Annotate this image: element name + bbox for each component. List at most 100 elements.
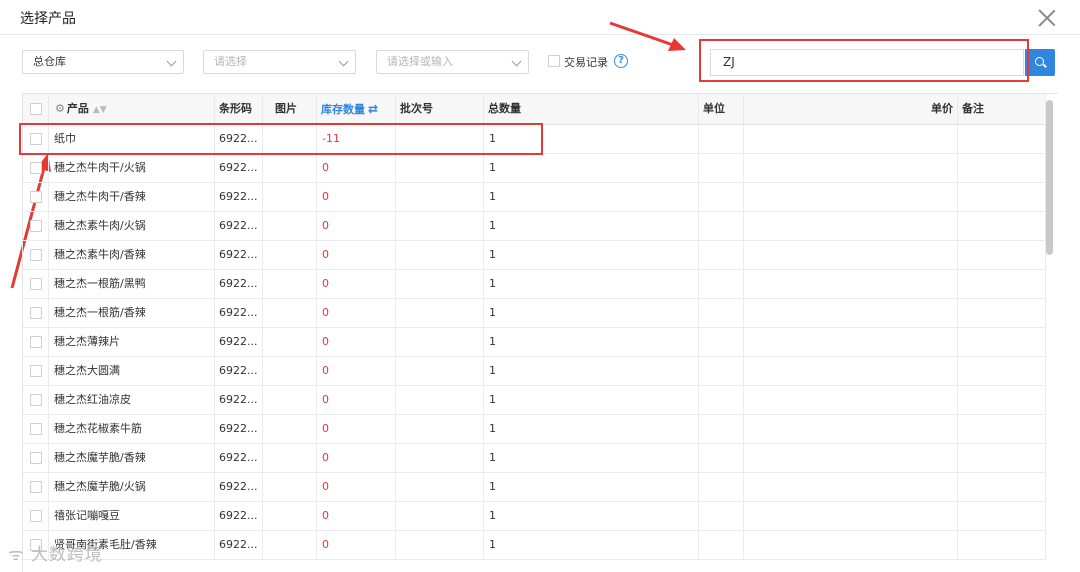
product-name: 穗之杰一根筋/香辣 [54,306,146,319]
total-qty-cell[interactable]: 1 [484,212,699,240]
product-name-cell: 穗之杰一根筋/香辣 [49,299,215,327]
row-checkbox[interactable] [30,510,42,522]
row-checkbox[interactable] [30,394,42,406]
header-unit-price: 单价 [744,94,958,124]
unit-cell [699,212,744,240]
total-qty-cell[interactable]: 1 [484,328,699,356]
stock-cell: 0 [317,444,396,472]
barcode-cell: 6922... [215,328,263,356]
stock-cell: 0 [317,473,396,501]
total-qty-cell[interactable]: 1 [484,357,699,385]
remark-cell [958,415,1046,443]
remark-cell [958,502,1046,530]
table-row[interactable]: 穗之杰红油凉皮 6922... 0 1 [23,386,1046,415]
table-row[interactable]: 穗之杰牛肉干/火锅 6922... 0 1 [23,154,1046,183]
unit-price-cell [744,270,958,298]
row-checkbox[interactable] [30,365,42,377]
barcode-cell: 6922... [215,212,263,240]
batch-cell [396,299,484,327]
total-qty-cell[interactable]: 1 [484,502,699,530]
total-qty-cell[interactable]: 1 [484,473,699,501]
row-select-cell [23,444,49,472]
header-product-label: 产品 [66,102,89,115]
table-row[interactable]: 穗之杰花椒素牛筋 6922... 0 1 [23,415,1046,444]
row-select-cell [23,386,49,414]
total-qty-cell[interactable]: 1 [484,415,699,443]
row-select-cell [23,357,49,385]
row-checkbox[interactable] [30,452,42,464]
product-name: 禧张记嘣嘎豆 [54,509,120,522]
table-row[interactable]: 穗之杰牛肉干/香辣 6922... 0 1 [23,183,1046,212]
remark-cell [958,531,1046,559]
barcode-cell: 6922... [215,241,263,269]
table-row[interactable]: 穗之杰魔芋脆/香辣 6922... 0 1 [23,444,1046,473]
total-qty-cell[interactable]: 1 [484,125,699,153]
table-row[interactable]: 穗之杰大圆满 6922... 0 1 [23,357,1046,386]
total-qty-cell[interactable]: 1 [484,299,699,327]
batch-cell [396,212,484,240]
gear-icon[interactable]: ⚙ [55,94,65,124]
swap-icon[interactable]: ⇄ [368,94,378,124]
header-product[interactable]: ⚙ 产品 ▲▼ [49,94,215,124]
product-name-cell: 穗之杰魔芋脆/火锅 [49,473,215,501]
row-checkbox[interactable] [30,481,42,493]
select-all-checkbox[interactable] [30,103,42,115]
row-checkbox[interactable] [30,220,42,232]
image-cell [263,241,317,269]
image-cell [263,357,317,385]
total-qty-cell[interactable]: 1 [484,270,699,298]
image-cell [263,415,317,443]
image-cell [263,183,317,211]
row-select-cell [23,241,49,269]
table-row[interactable]: 穗之杰素牛肉/火锅 6922... 0 1 [23,212,1046,241]
image-cell [263,473,317,501]
row-checkbox[interactable] [30,162,42,174]
table-row[interactable]: 穗之杰一根筋/黑鸭 6922... 0 1 [23,270,1046,299]
table-row[interactable]: 穗之杰一根筋/香辣 6922... 0 1 [23,299,1046,328]
remark-cell [958,125,1046,153]
table-row[interactable]: 穗之杰魔芋脆/火锅 6922... 0 1 [23,473,1046,502]
header-stock-label: 库存数量 [321,103,365,116]
table-row[interactable]: 贤哥南街素毛肚/香辣 6922... 0 1 [23,531,1046,560]
total-qty-cell[interactable]: 1 [484,241,699,269]
total-qty-cell[interactable]: 1 [484,444,699,472]
vertical-scrollbar[interactable] [1046,100,1053,255]
row-checkbox[interactable] [30,336,42,348]
product-name-cell: 穗之杰牛肉干/火锅 [49,154,215,182]
table-row[interactable]: 禧张记嘣嘎豆 6922... 0 1 [23,502,1046,531]
image-cell [263,212,317,240]
batch-cell [396,183,484,211]
unit-cell [699,502,744,530]
header-barcode: 条形码 [215,94,263,124]
row-checkbox[interactable] [30,191,42,203]
product-name-cell: 穗之杰大圆满 [49,357,215,385]
row-checkbox[interactable] [30,278,42,290]
barcode-cell: 6922... [215,270,263,298]
table-row[interactable]: 纸巾 6922... -11 1 [23,125,1046,154]
row-checkbox[interactable] [30,423,42,435]
row-checkbox[interactable] [30,133,42,145]
table-row[interactable]: 穗之杰薄辣片 6922... 0 1 [23,328,1046,357]
total-qty-cell[interactable]: 1 [484,154,699,182]
row-checkbox[interactable] [30,249,42,261]
total-qty-cell[interactable]: 1 [484,183,699,211]
image-cell [263,328,317,356]
product-name: 纸巾 [54,132,76,145]
table-row[interactable]: 穗之杰素牛肉/香辣 6922... 0 1 [23,241,1046,270]
total-qty-cell[interactable]: 1 [484,386,699,414]
unit-cell [699,241,744,269]
unit-cell [699,270,744,298]
row-select-cell [23,502,49,530]
row-select-cell [23,125,49,153]
sort-icon[interactable]: ▲▼ [93,95,107,124]
row-checkbox[interactable] [30,307,42,319]
batch-cell [396,531,484,559]
batch-cell [396,125,484,153]
unit-cell [699,154,744,182]
total-qty-cell[interactable]: 1 [484,531,699,559]
stock-cell: 0 [317,415,396,443]
barcode-cell: 6922... [215,125,263,153]
header-image: 图片 [263,94,317,124]
header-stock-qty[interactable]: 库存数量 ⇄ [317,94,396,124]
row-select-cell [23,299,49,327]
